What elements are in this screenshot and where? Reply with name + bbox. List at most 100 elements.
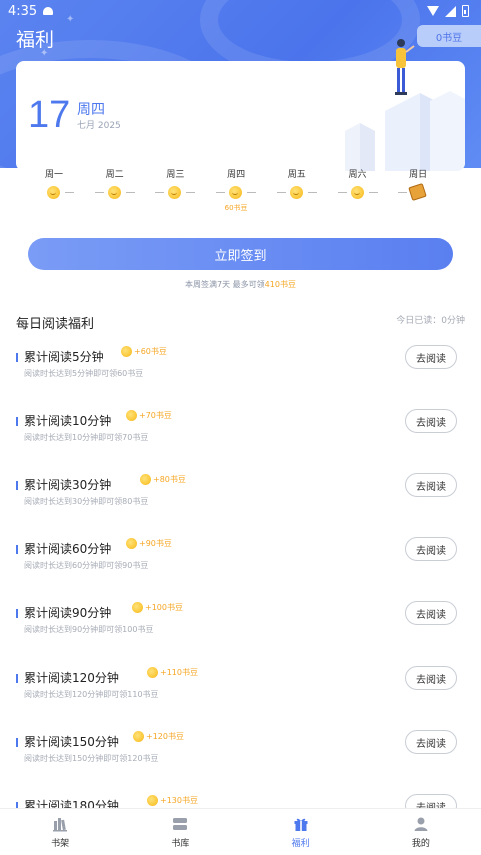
coin-icon [121, 346, 132, 357]
checkin-day-track [94, 185, 135, 201]
coin-icon [132, 602, 143, 613]
battery-icon [462, 5, 469, 17]
calendar-weekday: 周四 [77, 102, 105, 118]
connector-line [276, 192, 286, 193]
go-read-button[interactable]: 去阅读 [405, 345, 457, 369]
checkin-day: 周二 [94, 167, 135, 203]
nav-label: 书架 [51, 839, 70, 849]
checkin-day: 周四 60书豆 [216, 167, 257, 213]
connector-line [398, 192, 408, 193]
task-accent-bar [16, 674, 18, 683]
connector-line [307, 192, 317, 193]
page-title: 福利 [16, 29, 55, 51]
sign-in-button[interactable]: 立即签到 [28, 238, 453, 270]
nav-label: 书库 [171, 839, 190, 849]
task-reward: +130书豆 [147, 795, 198, 806]
connector-line [125, 192, 135, 193]
nav-item-gift[interactable]: 福利 [241, 809, 361, 855]
coin-icon [107, 186, 121, 199]
go-read-button[interactable]: 去阅读 [405, 409, 457, 433]
task-accent-bar [16, 738, 18, 747]
connector-line [155, 192, 165, 193]
signal-icon [445, 5, 456, 17]
reading-task: 累计阅读60分钟 +90书豆 阅读时长达到60分钟即可领90书豆 去阅读 [16, 537, 465, 595]
task-reward-text: +100书豆 [145, 603, 183, 612]
calendar-day: 17 [28, 94, 71, 136]
task-reward-text: +60书豆 [134, 347, 167, 356]
coin-icon [126, 410, 137, 421]
coin-icon [168, 186, 182, 199]
go-read-button[interactable]: 去阅读 [405, 601, 457, 625]
checkin-day-label: 周一 [44, 170, 63, 180]
task-title: 累计阅读90分钟 [24, 606, 112, 620]
task-accent-bar [16, 545, 18, 554]
connector-line [65, 192, 74, 193]
task-accent-bar [16, 417, 18, 426]
coin-icon [350, 186, 364, 199]
task-description: 阅读时长达到60分钟即可领90书豆 [24, 561, 149, 570]
checkin-day-track [155, 185, 196, 201]
connector-line [94, 192, 104, 193]
task-reward-text: +80书豆 [153, 475, 186, 484]
go-read-button[interactable]: 去阅读 [405, 730, 457, 754]
task-title: 累计阅读150分钟 [24, 735, 119, 749]
android-icon [43, 7, 54, 15]
checkin-day: 周六 [337, 167, 378, 203]
task-reward: +120书豆 [133, 731, 184, 742]
coin-icon [47, 186, 60, 199]
nav-item-library[interactable]: 书库 [120, 809, 240, 855]
sign-in-note: 本周签满7天 最多可领410书豆 [0, 279, 481, 290]
task-description: 阅读时长达到10分钟即可领70书豆 [24, 433, 149, 442]
checkin-day-label: 周四 [227, 170, 246, 180]
connector-line [216, 192, 226, 193]
nav-item-profile[interactable]: 我的 [361, 809, 481, 855]
go-read-button[interactable]: 去阅读 [405, 537, 457, 561]
checkin-day-label: 周五 [287, 170, 306, 180]
today-read-status: 今日已读：0分钟 [396, 316, 465, 326]
go-read-button[interactable]: 去阅读 [405, 473, 457, 497]
coin-icon [229, 186, 243, 199]
coin-icon [140, 474, 151, 485]
checkin-day-track [34, 185, 74, 201]
task-description: 阅读时长达到150分钟即可领120书豆 [24, 754, 159, 763]
library-icon [172, 816, 188, 832]
task-reward: +110书豆 [147, 667, 198, 678]
checkin-day: 周日 [398, 167, 438, 203]
status-bar: 4:35 [0, 0, 481, 22]
checkin-day-track [398, 183, 438, 201]
connector-line [186, 192, 196, 193]
task-accent-bar [16, 609, 18, 618]
task-reward: +100书豆 [132, 602, 183, 613]
nav-item-bookshelf[interactable]: 书架 [0, 809, 120, 855]
calendar-month-year: 七月 2025 [77, 121, 121, 131]
bookshelf-icon [52, 816, 68, 832]
task-reward: +80书豆 [140, 474, 186, 485]
gift-icon [293, 816, 309, 832]
checkin-day: 周五 [276, 167, 317, 203]
connector-line [247, 192, 257, 193]
connector-line [337, 192, 347, 193]
reading-task: 累计阅读30分钟 +80书豆 阅读时长达到30分钟即可领80书豆 去阅读 [16, 473, 465, 531]
status-time: 4:35 [8, 3, 38, 19]
coin-icon [147, 667, 158, 678]
nav-label: 我的 [411, 839, 430, 849]
checkin-day-track [216, 185, 257, 201]
sign-in-note-highlight: 410书豆 [264, 280, 296, 289]
task-title: 累计阅读5分钟 [24, 350, 104, 364]
coin-balance-badge[interactable]: 0书豆 [417, 25, 481, 47]
coin-icon [289, 186, 303, 199]
reading-task: 累计阅读120分钟 +110书豆 阅读时长达到120分钟即可领110书豆 去阅读 [16, 666, 465, 724]
reading-task: 累计阅读150分钟 +120书豆阅读时长达到150分钟即可领120书豆 去阅读 [16, 730, 465, 788]
profile-icon [413, 816, 429, 832]
checkin-day: 周一 [34, 167, 74, 203]
task-reward-text: +130书豆 [160, 796, 198, 805]
task-reward: +60书豆 [121, 346, 167, 357]
task-description: 阅读时长达到5分钟即可领60书豆 [24, 369, 144, 378]
go-read-button[interactable]: 去阅读 [405, 666, 457, 690]
section-title: 每日阅读福利 [16, 317, 95, 332]
task-reward: +70书豆 [126, 410, 172, 421]
task-title: 累计阅读120分钟 [24, 671, 119, 685]
task-reward-text: +90书豆 [139, 539, 172, 548]
bottom-nav: 书架 书库 福利 我的 [0, 808, 481, 855]
task-description: 阅读时长达到30分钟即可领80书豆 [24, 497, 149, 506]
